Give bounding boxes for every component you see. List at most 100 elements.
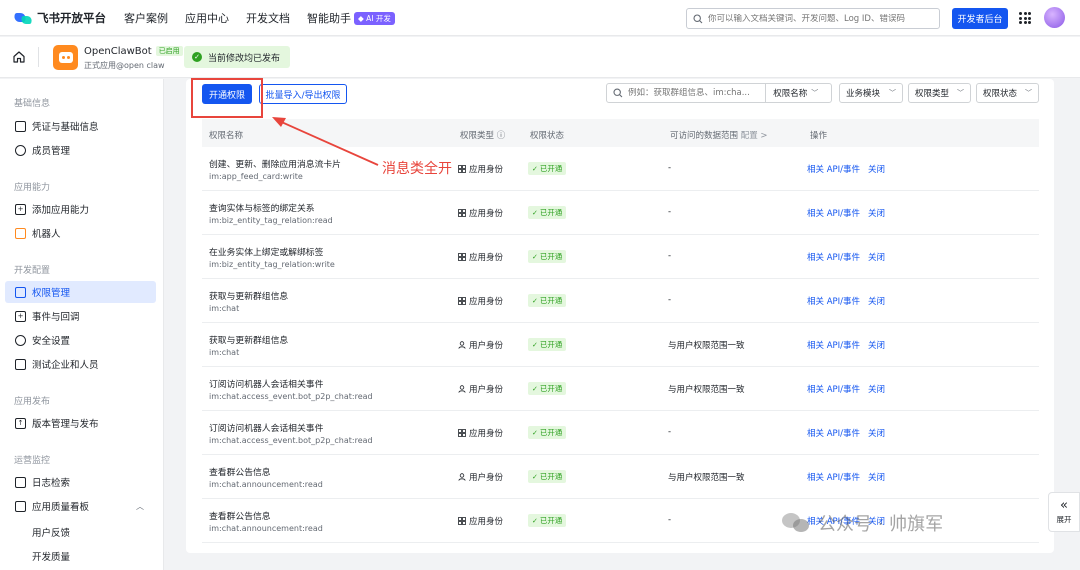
- sidebar-item-robot[interactable]: 机器人: [5, 222, 156, 244]
- sidebar-item-dev-quality[interactable]: 开发质量: [32, 549, 70, 563]
- sidebar-group-release: 应用发布: [14, 397, 51, 407]
- sidebar-item-feedback[interactable]: 用户反馈: [32, 525, 70, 539]
- publish-status-text: 当前修改均已发布: [208, 53, 281, 64]
- help-circle-icon[interactable]: ⓘ: [497, 131, 506, 141]
- dev-console-button[interactable]: 开发者后台: [952, 8, 1008, 29]
- user-avatar[interactable]: [1044, 7, 1065, 28]
- permission-type: 用户身份: [458, 339, 503, 351]
- annotation-highlight-box: [191, 78, 263, 118]
- sidebar-item-credentials[interactable]: 凭证与基础信息: [5, 115, 156, 137]
- permission-name: 订阅访问机器人会话相关事件: [209, 380, 324, 390]
- nav-app-center[interactable]: 应用中心: [185, 10, 229, 26]
- global-search-input[interactable]: [708, 13, 928, 24]
- filter-permission-type[interactable]: 权限类型 ﹀: [908, 83, 971, 103]
- sidebar-item-security[interactable]: 安全设置: [5, 329, 156, 351]
- permission-search[interactable]: 权限名称﹀: [606, 83, 832, 103]
- related-api-link[interactable]: 相关 API/事件: [807, 297, 860, 307]
- sidebar-item-events[interactable]: + 事件与回调: [5, 305, 156, 327]
- permission-type-label: 应用身份: [469, 517, 504, 527]
- status-badge: ✓ 已开通: [528, 206, 567, 219]
- sidebar-item-members[interactable]: 成员管理: [5, 139, 156, 161]
- upload-icon: ↑: [15, 417, 26, 429]
- divider: [38, 47, 39, 67]
- data-scope: -: [668, 163, 672, 173]
- check-icon: ✓: [532, 208, 538, 217]
- chevron-up-icon: ︿: [136, 501, 144, 511]
- data-scope: 与用户权限范围一致: [668, 341, 745, 351]
- nav-ai-assistant[interactable]: 智能助手 ◆ AI 开发: [307, 10, 395, 26]
- header-type-label: 权限类型: [460, 131, 495, 141]
- sidebar-item-logs[interactable]: 日志检索: [5, 471, 156, 493]
- related-api-link[interactable]: 相关 API/事件: [807, 429, 860, 439]
- apps-grid-icon[interactable]: [1019, 12, 1031, 24]
- user-identity-icon: [458, 473, 466, 481]
- sidebar-item-add-capability[interactable]: + 添加应用能力: [5, 198, 156, 220]
- permission-type: 用户身份: [458, 471, 503, 483]
- sidebar-item-versions[interactable]: ↑ 版本管理与发布: [5, 412, 156, 434]
- brand-name: 飞书开放平台: [37, 10, 106, 25]
- home-icon[interactable]: [12, 50, 26, 64]
- related-api-link[interactable]: 相关 API/事件: [807, 165, 860, 175]
- filter-permission-status[interactable]: 权限状态 ﹀: [976, 83, 1039, 103]
- permission-code: im:biz_entity_tag_relation:read: [209, 216, 333, 225]
- related-api-link[interactable]: 相关 API/事件: [807, 473, 860, 483]
- sidebar-item-label: 凭证与基础信息: [32, 122, 99, 133]
- close-permission-link[interactable]: 关闭: [868, 209, 885, 219]
- sidebar-item-label: 安全设置: [32, 336, 71, 347]
- data-scope: 与用户权限范围一致: [668, 473, 745, 483]
- close-permission-link[interactable]: 关闭: [868, 385, 885, 395]
- data-scope: -: [668, 515, 672, 525]
- brand-logo[interactable]: 飞书开放平台: [14, 10, 124, 26]
- scope-config-link[interactable]: 配置 >: [741, 131, 768, 141]
- close-permission-link[interactable]: 关闭: [868, 473, 885, 483]
- app-identity-icon: [458, 253, 466, 261]
- close-permission-link[interactable]: 关闭: [868, 297, 885, 307]
- permission-search-input[interactable]: [627, 88, 766, 98]
- related-api-link[interactable]: 相关 API/事件: [807, 209, 860, 219]
- nav-customer-cases[interactable]: 客户案例: [124, 10, 168, 26]
- app-identity-icon: [458, 429, 466, 437]
- sidebar-item-permissions[interactable]: 权限管理: [5, 281, 156, 303]
- check-icon: ✓: [532, 252, 538, 261]
- row-actions: 相关 API/事件 关闭: [807, 207, 893, 219]
- bulk-import-export-button[interactable]: 批量导入/导出权限: [259, 84, 347, 104]
- expand-panel-button[interactable]: « 展开: [1048, 492, 1080, 532]
- table-header: 权限名称 权限类型 ⓘ 权限状态 可访问的数据范围 配置 > 操作: [202, 119, 1039, 147]
- permissions-table: 权限名称 权限类型 ⓘ 权限状态 可访问的数据范围 配置 > 操作 创建、更新、…: [202, 119, 1039, 543]
- global-search[interactable]: [686, 8, 940, 29]
- expand-label: 展开: [1056, 514, 1072, 524]
- sidebar-item-label: 应用质量看板: [32, 502, 90, 513]
- search-scope-select[interactable]: 权限名称 ﹀: [765, 84, 831, 102]
- sidebar-group-capability: 应用能力: [14, 183, 51, 193]
- close-permission-link[interactable]: 关闭: [868, 341, 885, 351]
- sidebar-item-quality[interactable]: 应用质量看板 ︿: [5, 495, 156, 517]
- close-permission-link[interactable]: 关闭: [868, 165, 885, 175]
- header-type: 权限类型 ⓘ: [460, 129, 505, 141]
- status-label: 已开通: [539, 340, 563, 349]
- app-name-label: OpenClawBot: [84, 46, 152, 57]
- nav-dev-docs[interactable]: 开发文档: [246, 10, 290, 26]
- row-actions: 相关 API/事件 关闭: [807, 427, 893, 439]
- permission-code: im:biz_entity_tag_relation:write: [209, 260, 335, 269]
- related-api-link[interactable]: 相关 API/事件: [807, 385, 860, 395]
- status-badge: ✓ 已开通: [528, 382, 567, 395]
- status-badge: ✓ 已开通: [528, 514, 567, 527]
- status-label: 已开通: [539, 384, 563, 393]
- related-api-link[interactable]: 相关 API/事件: [807, 341, 860, 351]
- close-permission-link[interactable]: 关闭: [868, 253, 885, 263]
- permission-name: 获取与更新群组信息: [209, 292, 289, 302]
- id-card-icon: [15, 120, 26, 132]
- check-icon: ✓: [532, 384, 538, 393]
- close-permission-link[interactable]: 关闭: [868, 429, 885, 439]
- status-label: 已开通: [539, 472, 563, 481]
- permission-type-label: 用户身份: [469, 473, 504, 483]
- filter-business-module[interactable]: 业务模块 ﹀: [839, 83, 903, 103]
- check-icon: ✓: [532, 428, 538, 437]
- data-scope: -: [668, 251, 672, 261]
- sidebar-item-test-org[interactable]: 测试企业和人员: [5, 353, 156, 375]
- permission-type: 应用身份: [458, 207, 503, 219]
- data-scope: -: [668, 427, 672, 437]
- robot-app-icon: [53, 45, 78, 70]
- related-api-link[interactable]: 相关 API/事件: [807, 253, 860, 263]
- data-scope: -: [668, 295, 672, 305]
